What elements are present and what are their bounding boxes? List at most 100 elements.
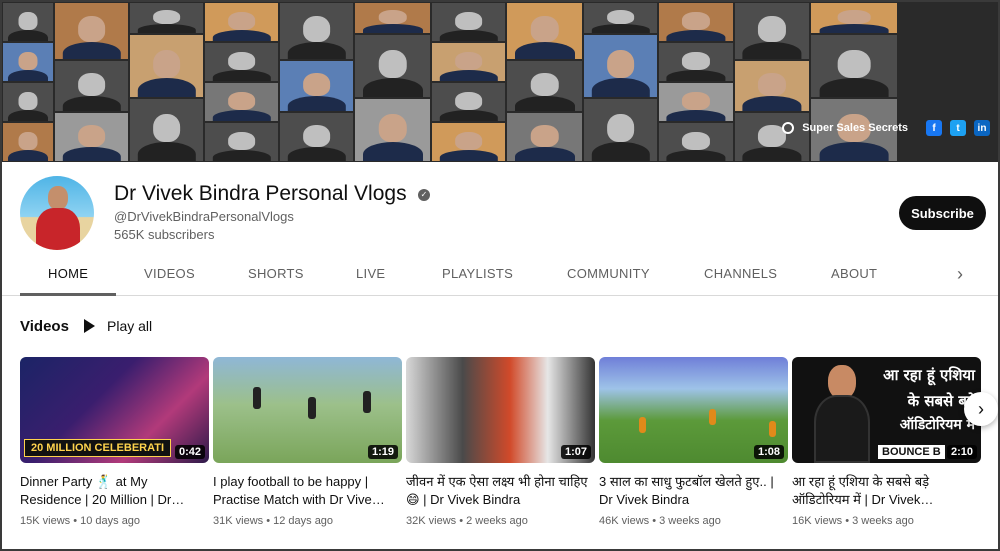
banner-photo-tile xyxy=(355,99,430,161)
banner-photo-tile xyxy=(432,123,505,161)
active-tab-indicator xyxy=(20,293,116,296)
banner-photo-tile xyxy=(811,3,897,33)
tile-body xyxy=(8,149,48,161)
tile-body xyxy=(666,69,726,81)
tabs-next-icon[interactable]: › xyxy=(952,264,968,284)
tile-body xyxy=(666,29,726,41)
play-all-button[interactable]: Play all xyxy=(84,318,152,334)
banner-photo-tile xyxy=(130,99,203,161)
video-thumbnail[interactable]: 1:07 xyxy=(406,357,595,463)
subscribe-button[interactable]: Subscribe xyxy=(899,196,986,230)
video-card[interactable]: 1:08 3 साल का साधु फुटबॉल खेलते हुए.. | … xyxy=(599,357,788,527)
banner-photo-tile xyxy=(432,43,505,81)
tile-face xyxy=(681,12,711,30)
channel-avatar[interactable] xyxy=(20,176,94,250)
avatar-body xyxy=(36,208,80,250)
tile-body xyxy=(742,96,802,111)
banner-photo-tile xyxy=(507,113,582,161)
banner-photo-tile xyxy=(811,35,897,97)
banner-photo-tile xyxy=(205,123,278,161)
video-thumbnail[interactable]: 1:19 xyxy=(213,357,402,463)
video-thumbnail[interactable]: आ रहा हूं एशिया के सबसे बड़े ऑडिटोरियम म… xyxy=(792,357,981,463)
banner-photo-tile xyxy=(507,61,582,111)
channel-handle: @DrVivekBindraPersonalVlogs xyxy=(114,209,294,224)
play-all-label: Play all xyxy=(107,318,153,334)
banner-photo-tile xyxy=(280,3,353,59)
video-card[interactable]: 1:19 I play football to be happy | Pract… xyxy=(213,357,402,527)
tab-playlists[interactable]: PLAYLISTS xyxy=(442,266,513,281)
tile-body xyxy=(439,109,498,121)
tile-face xyxy=(18,92,38,110)
tile-body xyxy=(742,42,802,59)
video-title[interactable]: Dinner Party 🕺 at My Residence | 20 Mill… xyxy=(20,473,209,509)
tile-face xyxy=(837,49,871,79)
video-card[interactable]: आ रहा हूं एशिया के सबसे बड़े ऑडिटोरियम म… xyxy=(792,357,981,527)
video-title[interactable]: 3 साल का साधु फुटबॉल खेलते हुए.. | Dr Vi… xyxy=(599,473,788,509)
tile-body xyxy=(514,146,575,161)
upload-age: 3 weeks ago xyxy=(659,515,721,527)
video-duration: 2:10 xyxy=(946,445,977,459)
linkedin-icon[interactable]: in xyxy=(974,120,990,136)
tile-body xyxy=(137,142,196,161)
video-card[interactable]: 20 MILLION CELEBERATI 0:42 Dinner Party … xyxy=(20,357,209,527)
channel-name: Dr Vivek Bindra Personal Vlogs xyxy=(114,182,407,205)
video-title[interactable]: जीवन में एक ऐसा लक्ष्य भी होना चाहिए 😄 |… xyxy=(406,473,595,509)
tile-body xyxy=(439,69,498,81)
video-title[interactable]: I play football to be happy | Practise M… xyxy=(213,473,402,509)
facebook-icon[interactable]: f xyxy=(926,120,942,136)
video-thumbnail[interactable]: 20 MILLION CELEBERATI 0:42 xyxy=(20,357,209,463)
thumbnail-badge: BOUNCE B xyxy=(878,445,945,459)
person-face xyxy=(828,365,856,399)
banner-photo-tile xyxy=(280,113,353,161)
banner-photo-tile xyxy=(55,3,128,59)
tile-body xyxy=(514,42,575,59)
tab-videos[interactable]: VIDEOS xyxy=(144,266,195,281)
player-figure xyxy=(769,421,776,437)
tile-face xyxy=(227,132,256,150)
carousel-next-button[interactable]: › xyxy=(964,392,998,426)
channel-page: Super Sales Secrets f t in Dr Vivek Bind… xyxy=(0,0,1000,551)
tile-face xyxy=(530,124,559,147)
banner-photo-tile xyxy=(355,3,430,33)
tile-body xyxy=(439,149,498,161)
video-title[interactable]: आ रहा हूं एशिया के सबसे बड़े ऑडिटोरियम म… xyxy=(792,473,981,509)
tab-community[interactable]: COMMUNITY xyxy=(567,266,650,281)
tab-home[interactable]: HOME xyxy=(48,266,88,281)
tile-face xyxy=(606,113,635,143)
banner-photo-tile xyxy=(735,3,809,59)
tab-channels[interactable]: CHANNELS xyxy=(704,266,777,281)
player-figure xyxy=(639,417,646,433)
tile-body xyxy=(591,142,650,161)
tile-face xyxy=(18,52,38,70)
tile-body xyxy=(287,42,346,59)
banner-photo-tile xyxy=(130,3,203,33)
video-card[interactable]: 1:07 जीवन में एक ऐसा लक्ष्य भी होना चाहि… xyxy=(406,357,595,527)
tile-face xyxy=(681,132,711,150)
tab-live[interactable]: LIVE xyxy=(356,266,385,281)
tile-body xyxy=(819,142,889,161)
banner-photo-tile xyxy=(130,35,203,97)
tile-body xyxy=(137,24,196,33)
tile-body xyxy=(212,69,271,81)
tile-body xyxy=(287,96,346,111)
upload-age: 12 days ago xyxy=(273,515,334,527)
twitter-icon[interactable]: t xyxy=(950,120,966,136)
tab-about[interactable]: ABOUT xyxy=(831,266,877,281)
subscriber-count: 565K subscribers xyxy=(114,227,215,242)
tile-face xyxy=(18,132,38,150)
view-count: 32K views xyxy=(406,515,457,527)
tile-body xyxy=(819,78,889,97)
banner-photo-tile xyxy=(659,83,733,121)
video-duration: 1:19 xyxy=(367,445,398,459)
tile-face xyxy=(227,92,256,110)
tile-body xyxy=(212,109,271,121)
section-title: Videos xyxy=(20,318,69,335)
banner-photo-tile xyxy=(280,61,353,111)
tile-body xyxy=(212,29,271,41)
video-thumbnail[interactable]: 1:08 xyxy=(599,357,788,463)
tab-shorts[interactable]: SHORTS xyxy=(248,266,304,281)
tile-face xyxy=(152,10,181,24)
tile-body xyxy=(362,24,423,33)
banner-photo-tile xyxy=(55,113,128,161)
thumbnail-person xyxy=(814,365,870,463)
